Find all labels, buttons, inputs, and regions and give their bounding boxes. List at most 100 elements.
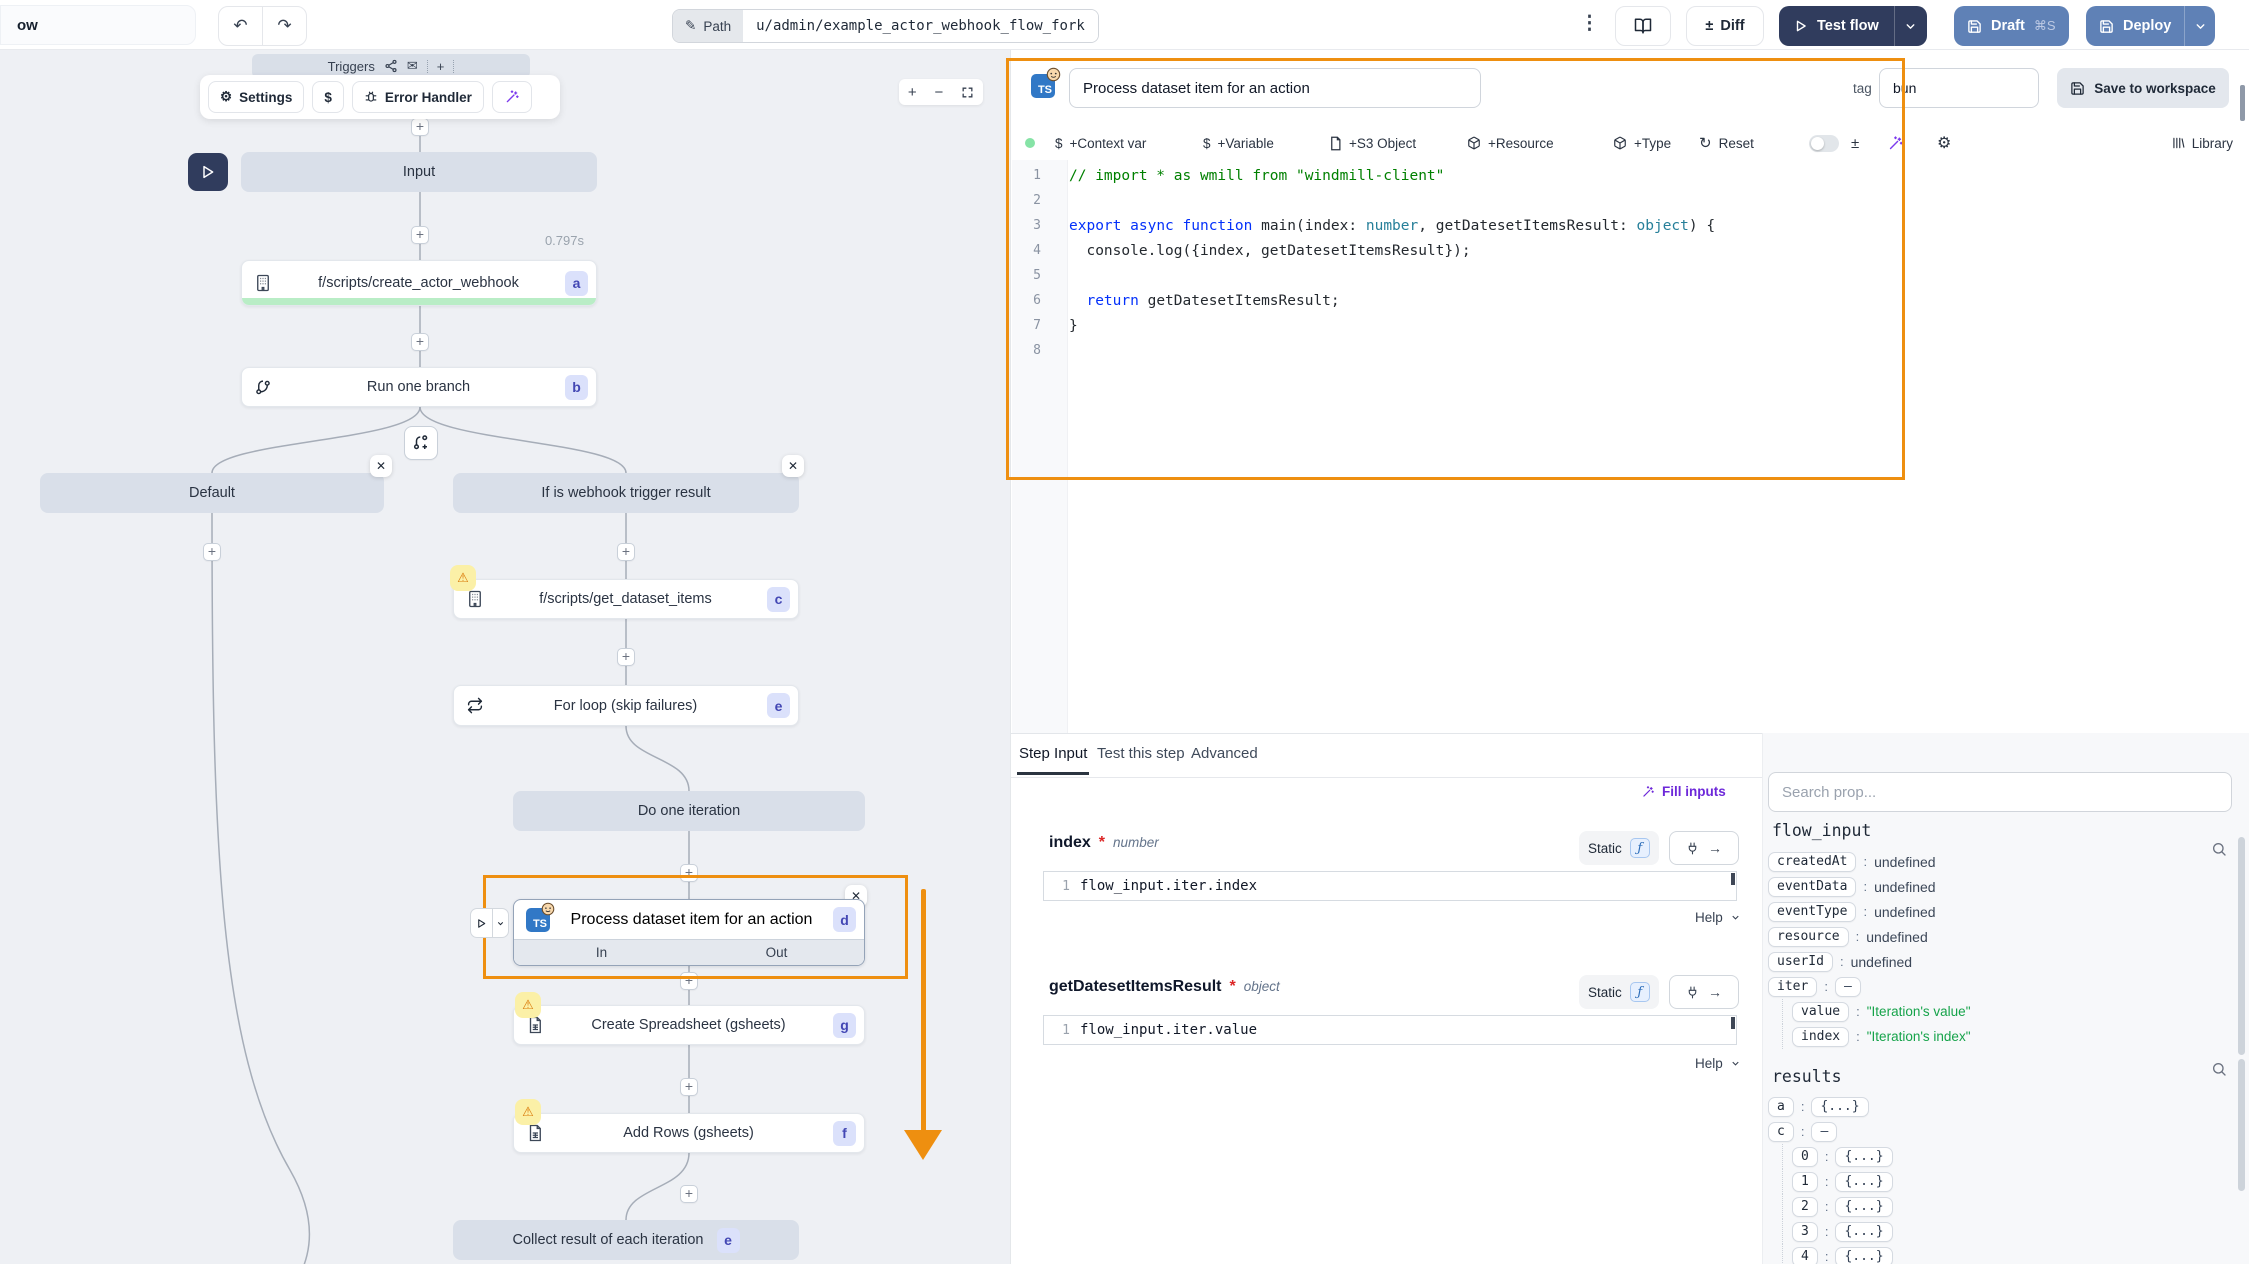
prop-key-pill[interactable]: 1 [1792, 1172, 1818, 1192]
prop-key-pill[interactable]: 4 [1792, 1247, 1818, 1264]
function-mode-icon[interactable]: ƒ [1630, 982, 1650, 1002]
scrollbar[interactable] [2238, 837, 2245, 1055]
node-create-spreadsheet[interactable]: Create Spreadsheet (gsheets) g [513, 1005, 865, 1045]
test-flow-main[interactable]: Test flow [1779, 6, 1894, 46]
tab-advanced[interactable]: Advanced [1191, 745, 1258, 762]
node-in-tab[interactable]: In [514, 940, 689, 965]
node-run-one-branch[interactable]: Run one branch b [241, 367, 597, 407]
prop-key-pill[interactable]: iter [1768, 977, 1817, 997]
node-input[interactable]: Input [241, 152, 597, 192]
tab-test-this-step[interactable]: Test this step [1097, 745, 1185, 762]
prop-key-pill[interactable]: c [1768, 1122, 1794, 1142]
deploy-main[interactable]: Deploy [2086, 18, 2184, 34]
draft-button[interactable]: Draft ⌘S [1954, 6, 2069, 46]
flow-graph-canvas[interactable]: Triggers ✉ + + − ⚙Settings $ Error Handl… [0, 50, 1010, 1264]
add-step-button[interactable]: + [680, 1185, 698, 1203]
deploy-button[interactable]: Deploy [2086, 6, 2215, 46]
function-mode-icon[interactable]: ƒ [1630, 838, 1650, 858]
search-prop-input[interactable] [1768, 772, 2232, 812]
node-create-actor-webhook[interactable]: f/scripts/create_actor_webhook a [241, 260, 597, 306]
add-variable-button[interactable]: $+Variable [1203, 126, 1274, 160]
expr-input-index[interactable]: 1 flow_input.iter.index [1043, 871, 1737, 901]
error-handler-button[interactable]: Error Handler [352, 81, 484, 113]
prop-key-pill[interactable]: userId [1768, 952, 1833, 972]
diff-button[interactable]: ±Diff [1686, 6, 1764, 46]
redo-button[interactable]: ↷ [262, 6, 307, 46]
expr-input-getdatesetitemsresult[interactable]: 1 flow_input.iter.value [1043, 1015, 1737, 1045]
path-field[interactable]: ✎Path u/admin/example_actor_webhook_flow… [672, 9, 1099, 43]
prop-key-pill[interactable]: 2 [1792, 1197, 1818, 1217]
node-process-dataset-item[interactable]: TS Process dataset item for an action d … [513, 899, 865, 966]
editor-settings-button[interactable]: ⚙ [1937, 126, 1951, 160]
deploy-dropdown[interactable] [2184, 6, 2215, 46]
add-step-button[interactable]: + [411, 226, 429, 244]
node-do-one-iteration[interactable]: Do one iteration [513, 791, 865, 831]
add-step-button[interactable]: + [411, 118, 429, 136]
prop-key-pill[interactable]: a [1768, 1097, 1794, 1117]
add-s3-object-button[interactable]: +S3 Object [1329, 126, 1416, 160]
add-context-var-button[interactable]: $+Context var [1055, 126, 1146, 160]
reset-button[interactable]: ↻Reset [1699, 126, 1754, 160]
add-type-button[interactable]: +Type [1613, 126, 1671, 160]
prop-key-pill[interactable]: resource [1768, 927, 1849, 947]
fill-inputs-button[interactable]: Fill inputs [1641, 784, 1726, 799]
help-dropdown[interactable]: Help [1695, 1056, 1741, 1071]
add-branch-button[interactable] [404, 426, 438, 460]
docs-button[interactable] [1615, 6, 1671, 46]
prop-key-pill[interactable]: index [1792, 1027, 1849, 1047]
run-step-dropdown[interactable] [492, 908, 509, 938]
scrollbar[interactable] [2238, 1059, 2245, 1191]
variables-button[interactable]: $ [312, 81, 344, 113]
add-step-button[interactable]: + [203, 543, 221, 561]
node-add-rows[interactable]: Add Rows (gsheets) f [513, 1113, 865, 1153]
prop-key-pill[interactable]: eventType [1768, 902, 1856, 922]
run-step-button[interactable] [470, 908, 493, 938]
test-flow-button[interactable]: Test flow [1779, 6, 1927, 46]
zoom-out-button[interactable]: − [934, 84, 943, 101]
add-step-button[interactable]: + [411, 333, 429, 351]
static-mode-toggle[interactable]: Static ƒ [1579, 831, 1659, 865]
more-menu-button[interactable]: ⋮ [1580, 12, 1599, 35]
prop-key-pill[interactable]: value [1792, 1002, 1849, 1022]
step-title-input[interactable] [1069, 68, 1481, 108]
editor-scrollbar[interactable] [2240, 85, 2245, 121]
delete-branch-button[interactable]: ✕ [782, 455, 804, 477]
prop-key-pill[interactable]: 0 [1792, 1147, 1818, 1167]
add-step-button[interactable]: + [680, 1078, 698, 1096]
tag-input[interactable] [1879, 68, 2039, 108]
prop-key-pill[interactable]: eventData [1768, 877, 1856, 897]
undo-button[interactable]: ↶ [218, 6, 263, 46]
node-for-loop[interactable]: For loop (skip failures) e [453, 685, 799, 726]
static-mode-toggle[interactable]: Static ƒ [1579, 975, 1659, 1009]
add-step-button[interactable]: + [617, 648, 635, 666]
delete-branch-button[interactable]: ✕ [370, 455, 392, 477]
add-step-button[interactable]: + [617, 543, 635, 561]
diff-mode-toggle[interactable] [1809, 135, 1839, 152]
settings-button[interactable]: ⚙Settings [208, 81, 304, 113]
connect-input-button[interactable]: → [1669, 975, 1739, 1009]
add-resource-button[interactable]: +Resource [1467, 126, 1554, 160]
search-icon[interactable] [2211, 841, 2227, 857]
run-flow-button[interactable] [188, 153, 228, 191]
library-button[interactable]: Library [2171, 126, 2233, 160]
help-dropdown[interactable]: Help [1695, 910, 1741, 925]
add-trigger-icon[interactable]: + [437, 59, 445, 74]
code-editor[interactable]: 1// import * as wmill from "windmill-cli… [1011, 163, 2231, 363]
node-get-dataset-items[interactable]: f/scripts/get_dataset_items c [453, 579, 799, 619]
zoom-in-button[interactable]: + [908, 84, 917, 101]
prop-key-pill[interactable]: 3 [1792, 1222, 1818, 1242]
node-collect-result[interactable]: Collect result of each iteration e [453, 1220, 799, 1260]
ai-assistant-button[interactable] [1887, 126, 1904, 160]
plus-minus-button[interactable]: ± [1851, 126, 1859, 160]
tab-step-input[interactable]: Step Input [1019, 745, 1087, 762]
ai-assistant-button[interactable] [492, 81, 532, 113]
test-flow-dropdown[interactable] [1894, 6, 1927, 46]
node-if-branch[interactable]: If is webhook trigger result [453, 473, 799, 513]
fit-view-icon[interactable] [961, 86, 974, 99]
search-icon[interactable] [2211, 1061, 2227, 1077]
save-to-workspace-button[interactable]: Save to workspace [2057, 68, 2229, 108]
prop-key-pill[interactable]: createdAt [1768, 852, 1856, 872]
node-default-branch[interactable]: Default [40, 473, 384, 513]
node-out-tab[interactable]: Out [689, 940, 864, 965]
connect-input-button[interactable]: → [1669, 831, 1739, 865]
